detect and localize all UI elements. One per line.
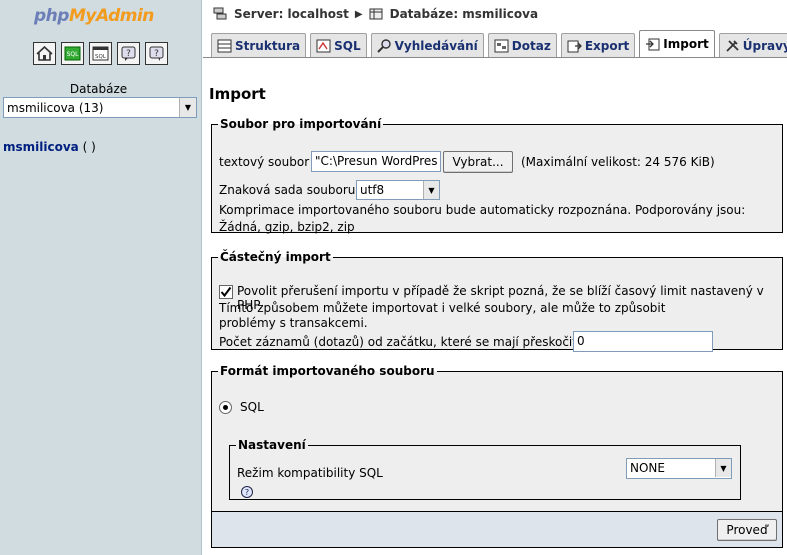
chevron-down-icon[interactable]: ▼ (179, 98, 196, 117)
format-fieldset: Formát importovaného souboru SQL Nastave… (211, 364, 783, 512)
partial-import-legend: Částečný import (220, 250, 331, 264)
nav-icon-bar: SQL SQL ? ? (33, 42, 168, 65)
tab-label: Dotaz (511, 38, 551, 53)
breadcrumb-separator-icon: ▶ (354, 8, 363, 20)
export-icon (567, 40, 582, 52)
server-icon (213, 7, 227, 20)
radio-selected-icon[interactable] (219, 400, 232, 414)
submit-bar: Proveď (211, 512, 783, 548)
breadcrumb-server[interactable]: Server: localhost (234, 7, 349, 21)
settings-legend: Nastavení (238, 438, 306, 452)
format-legend: Formát importovaného souboru (220, 364, 435, 378)
file-label: textový soubor (219, 155, 310, 169)
max-size-text: (Maximální velikost: 24 576 KiB) (521, 155, 715, 169)
file-input[interactable]: "C:\Presun WordPres (311, 151, 441, 172)
sql-query-icon[interactable]: SQL (61, 42, 84, 65)
tab-divider (203, 57, 787, 58)
allow-interrupt-checkbox[interactable] (219, 285, 233, 299)
help-icon[interactable]: ? (117, 42, 140, 65)
logo-text-php: php (34, 6, 69, 26)
svg-text:?: ? (154, 49, 159, 59)
browse-button[interactable]: Vybrat... (443, 151, 513, 173)
home-icon[interactable] (33, 42, 56, 65)
compat-select[interactable]: NONE ▼ (626, 458, 732, 479)
tab-upravy[interactable]: Úpravy (718, 33, 787, 57)
import-icon (646, 38, 660, 51)
database-select-value: msmilicova (13) (7, 100, 104, 115)
file-legend: Soubor pro importování (220, 117, 382, 131)
charset-select[interactable]: utf8 ▼ (356, 180, 440, 200)
search-icon (376, 38, 391, 53)
tab-label: Import (663, 37, 709, 51)
breadcrumb-database[interactable]: Databáze: msmilicova (390, 7, 538, 21)
svg-text:SQL: SQL (67, 51, 80, 58)
logo-text-myadmin: MyAdmin (68, 6, 154, 26)
help-icon[interactable]: ? (241, 486, 253, 498)
sql-window-icon[interactable]: SQL (89, 42, 112, 65)
tab-label: Úpravy (742, 38, 787, 53)
svg-text:SQL: SQL (95, 54, 107, 60)
compat-select-value: NONE (630, 461, 665, 475)
main-frame: Server: localhost ▶ Databáze: msmilicova… (203, 0, 787, 555)
tab-vyhledavani[interactable]: Vyhledávání (370, 33, 484, 57)
database-link[interactable]: msmilicova ( ) (3, 140, 96, 154)
chevron-down-icon[interactable]: ▼ (715, 459, 731, 477)
breadcrumb: Server: localhost ▶ Databáze: msmilicova (213, 7, 538, 21)
left-navigation-frame: phpMyAdmin SQL SQL ? ? Databáze msmilico… (0, 0, 202, 555)
partial-import-fieldset: Částečný import Povolit přerušení import… (211, 250, 783, 352)
tab-dotaz[interactable]: Dotaz (487, 33, 557, 57)
tab-label: SQL (334, 38, 361, 53)
database-label: Databáze (69, 82, 128, 96)
operations-icon (726, 39, 739, 52)
charset-select-value: utf8 (360, 183, 385, 197)
format-option-sql[interactable]: SQL (219, 400, 264, 414)
sql-icon (316, 39, 331, 52)
charset-label: Znaková sada souboru: (219, 183, 360, 197)
compat-label: Režim kompatibility SQL (237, 466, 383, 480)
skip-queries-input[interactable]: 0 (573, 331, 713, 352)
format-option-label: SQL (240, 400, 264, 414)
tab-label: Struktura (235, 38, 301, 53)
phpmyadmin-logo[interactable]: phpMyAdmin (34, 6, 154, 26)
database-link-suffix: ( ) (82, 140, 96, 154)
tab-sql[interactable]: SQL (310, 33, 367, 57)
tab-export[interactable]: Export (560, 33, 636, 57)
docs-icon[interactable]: ? (145, 42, 168, 65)
page-title: Import (209, 85, 266, 103)
svg-text:?: ? (126, 49, 131, 59)
tab-label: Export (584, 38, 630, 53)
chevron-down-icon[interactable]: ▼ (423, 181, 439, 199)
tab-bar: Struktura SQL Vyhledávání Dotaz Export I… (211, 30, 787, 57)
query-icon (494, 39, 509, 52)
partial-import-note: Tímto způsobem můžete importovat i velké… (219, 301, 666, 330)
structure-icon (217, 39, 232, 52)
tab-label: Vyhledávání (394, 38, 478, 53)
settings-fieldset: Nastavení Režim kompatibility SQL ? NONE… (229, 438, 741, 500)
file-fieldset: Soubor pro importování textový soubor "C… (211, 117, 783, 234)
database-icon (369, 8, 383, 20)
database-link-name[interactable]: msmilicova (3, 140, 79, 154)
tab-struktura[interactable]: Struktura (211, 33, 307, 57)
compression-note: Komprimace importovaného souboru bude au… (219, 203, 746, 234)
database-select[interactable]: msmilicova (13) ▼ (3, 97, 197, 118)
submit-button[interactable]: Proveď (717, 519, 777, 541)
skip-label: Počet záznamů (dotazů) od začátku, které… (219, 335, 577, 349)
tab-import[interactable]: Import (639, 30, 715, 57)
svg-text:?: ? (245, 488, 249, 497)
